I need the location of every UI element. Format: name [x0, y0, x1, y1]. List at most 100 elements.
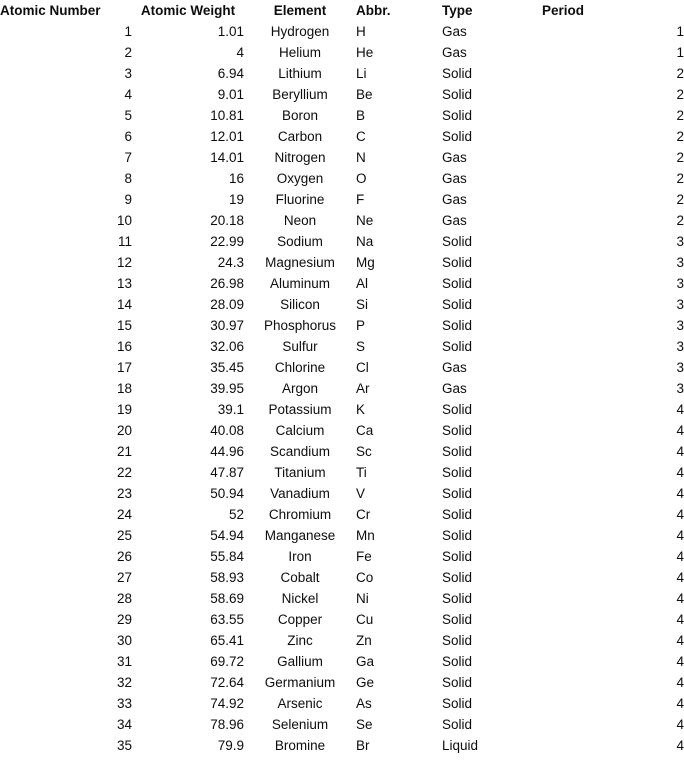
table-row: 13 26.98 Aluminum Al Solid 3: [0, 273, 684, 294]
table-row: 35 79.9 Bromine Br Liquid 4: [0, 735, 684, 756]
cell-atomic-weight: 40.08: [210, 423, 244, 438]
cell-atomic-number: 19: [116, 402, 132, 417]
cell-abbr: O: [356, 171, 367, 186]
table-row: 26 55.84 Iron Fe Solid 4: [0, 546, 684, 567]
table-row: 10 20.18 Neon Ne Gas 2: [0, 210, 684, 231]
cell-abbr: Br: [356, 738, 370, 753]
cell-atomic-number: 34: [116, 717, 132, 732]
cell-element: Carbon: [277, 129, 323, 144]
cell-atomic-number: 5: [124, 108, 132, 123]
cell-element: Beryllium: [272, 87, 328, 102]
cell-abbr: As: [356, 696, 372, 711]
cell-abbr: Cl: [356, 360, 369, 375]
cell-period: 4: [676, 633, 684, 648]
cell-abbr: Fe: [356, 549, 372, 564]
cell-abbr: Si: [356, 297, 369, 312]
cell-atomic-weight: 20.18: [210, 213, 244, 228]
cell-atomic-number: 18: [116, 381, 132, 396]
cell-abbr: Sc: [356, 444, 372, 459]
cell-period: 3: [676, 339, 684, 354]
cell-type: Solid: [442, 318, 473, 333]
table-row: 31 69.72 Gallium Ga Solid 4: [0, 651, 684, 672]
cell-type: Gas: [442, 24, 467, 39]
cell-type: Solid: [442, 87, 473, 102]
cell-element: Sulfur: [282, 339, 318, 354]
cell-atomic-weight: 58.93: [210, 570, 244, 585]
cell-atomic-number: 6: [124, 129, 132, 144]
cell-element: Zinc: [287, 633, 313, 648]
elements-table: Atomic Number Atomic Weight Element Abbr…: [0, 0, 684, 756]
table-row: 23 50.94 Vanadium V Solid 4: [0, 483, 684, 504]
cell-period: 4: [676, 696, 684, 711]
cell-type: Gas: [442, 381, 467, 396]
cell-abbr: Zn: [356, 633, 372, 648]
cell-atomic-weight: 63.55: [210, 612, 244, 627]
cell-atomic-number: 3: [124, 66, 132, 81]
cell-atomic-number: 7: [124, 150, 132, 165]
table-row: 18 39.95 Argon Ar Gas 3: [0, 378, 684, 399]
table-row: 27 58.93 Cobalt Co Solid 4: [0, 567, 684, 588]
cell-period: 4: [676, 423, 684, 438]
cell-type: Solid: [442, 717, 473, 732]
cell-element: Vanadium: [270, 486, 330, 501]
column-header-atomic-weight: Atomic Weight: [140, 3, 236, 18]
cell-period: 4: [676, 738, 684, 753]
cell-abbr: C: [356, 129, 366, 144]
cell-abbr: Ga: [356, 654, 375, 669]
table-row: 2 4 Helium He Gas 1: [0, 42, 684, 63]
cell-atomic-number: 15: [116, 318, 132, 333]
cell-atomic-weight: 28.09: [210, 297, 244, 312]
cell-atomic-weight: 19: [228, 192, 244, 207]
cell-period: 4: [676, 402, 684, 417]
cell-type: Solid: [442, 612, 473, 627]
cell-type: Solid: [442, 339, 473, 354]
cell-period: 4: [676, 444, 684, 459]
cell-atomic-weight: 16: [228, 171, 244, 186]
column-header-atomic-number: Atomic Number: [0, 3, 101, 18]
table-row: 22 47.87 Titanium Ti Solid 4: [0, 462, 684, 483]
cell-abbr: Ge: [356, 675, 375, 690]
cell-abbr: H: [356, 24, 366, 39]
cell-atomic-number: 14: [116, 297, 132, 312]
cell-type: Solid: [442, 528, 473, 543]
table-row: 1 1.01 Hydrogen H Gas 1: [0, 21, 684, 42]
cell-period: 3: [676, 318, 684, 333]
cell-type: Solid: [442, 465, 473, 480]
cell-type: Liquid: [442, 738, 479, 753]
cell-type: Solid: [442, 297, 473, 312]
table-row: 25 54.94 Manganese Mn Solid 4: [0, 525, 684, 546]
cell-type: Solid: [442, 108, 473, 123]
cell-atomic-number: 12: [116, 255, 132, 270]
cell-element: Arsenic: [277, 696, 323, 711]
column-header-period: Period: [542, 3, 585, 18]
table-row: 5 10.81 Boron B Solid 2: [0, 105, 684, 126]
cell-period: 2: [676, 129, 684, 144]
cell-element: Phosphorus: [263, 318, 337, 333]
table-row: 9 19 Fluorine F Gas 2: [0, 189, 684, 210]
cell-element: Selenium: [271, 717, 329, 732]
cell-atomic-weight: 69.72: [210, 654, 244, 669]
cell-element: Titanium: [274, 465, 326, 480]
cell-type: Solid: [442, 66, 473, 81]
cell-atomic-weight: 26.98: [210, 276, 244, 291]
element-table-sheet: Atomic Number Atomic Weight Element Abbr…: [0, 0, 684, 769]
cell-atomic-weight: 44.96: [210, 444, 244, 459]
table-row: 29 63.55 Copper Cu Solid 4: [0, 609, 684, 630]
cell-abbr: S: [356, 339, 366, 354]
cell-element: Copper: [277, 612, 323, 627]
table-row: 4 9.01 Beryllium Be Solid 2: [0, 84, 684, 105]
cell-atomic-number: 9: [124, 192, 132, 207]
cell-atomic-weight: 65.41: [210, 633, 244, 648]
cell-type: Solid: [442, 276, 473, 291]
cell-period: 4: [676, 528, 684, 543]
cell-type: Solid: [442, 675, 473, 690]
cell-element: Lithium: [278, 66, 322, 81]
cell-element: Magnesium: [265, 255, 335, 270]
cell-atomic-number: 16: [116, 339, 132, 354]
cell-atomic-weight: 78.96: [210, 717, 244, 732]
table-row: 17 35.45 Chlorine Cl Gas 3: [0, 357, 684, 378]
cell-element: Chlorine: [274, 360, 326, 375]
cell-type: Gas: [442, 360, 467, 375]
cell-type: Solid: [442, 486, 473, 501]
cell-type: Solid: [442, 129, 473, 144]
